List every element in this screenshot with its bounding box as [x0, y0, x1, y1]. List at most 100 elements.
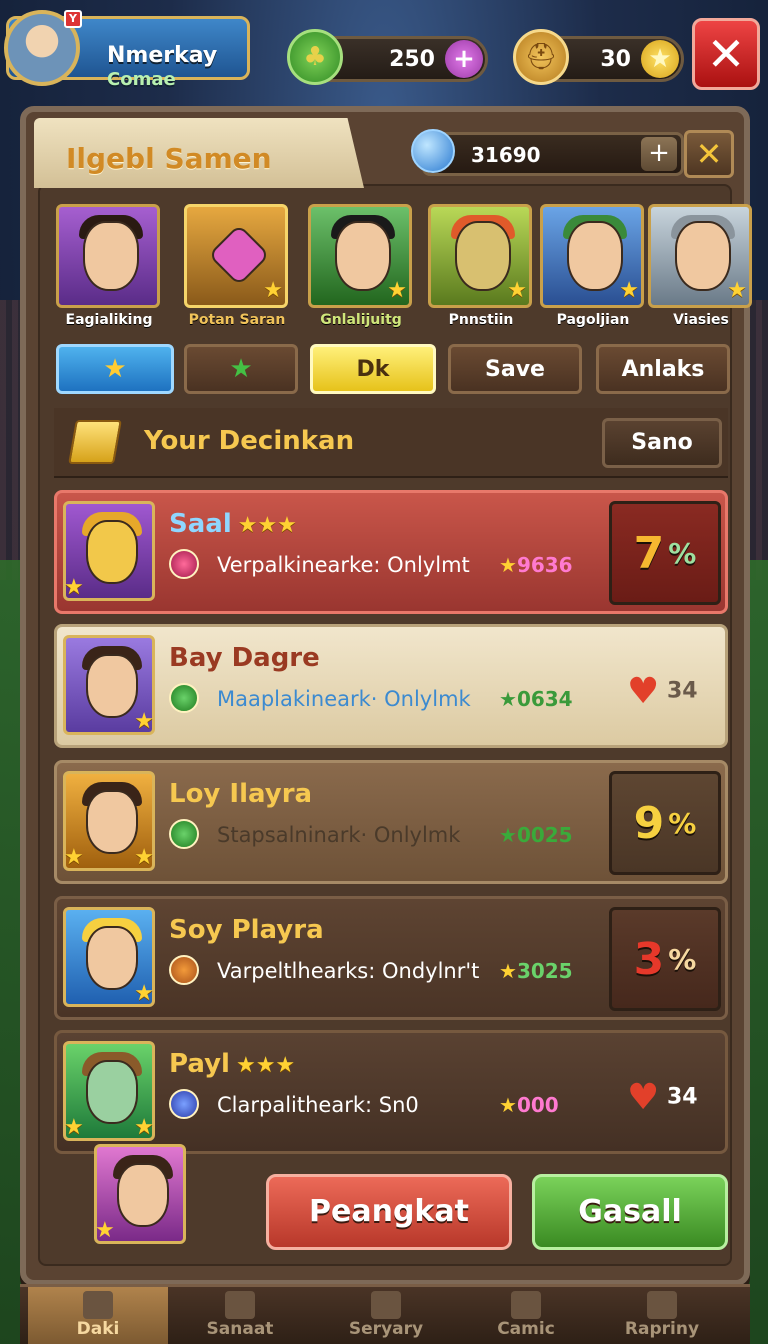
- resource-helmet: ⛑ 30 ★: [513, 29, 684, 85]
- star-icon: ★: [499, 823, 517, 847]
- hero-label: Pagoljian: [556, 312, 630, 328]
- star-icon: ★: [134, 709, 154, 734]
- hero-card[interactable]: ★ Viasies: [648, 204, 754, 328]
- bottom-navigation: Daki Sanaat Seryary Camic Rapriny: [20, 1284, 750, 1344]
- percent-value: 9: [633, 797, 665, 849]
- hero-portrait: ★: [308, 204, 412, 308]
- list-item[interactable]: ★ ★ Payl ★★★ Clarpalitheark: Sn0 ★000 ♥ 3…: [54, 1030, 728, 1154]
- clover-icon: ♣: [287, 29, 343, 85]
- clover-value: 250: [389, 47, 435, 72]
- green-gem-icon: [169, 683, 199, 713]
- player-score: 0025: [516, 823, 573, 847]
- player-description: Clarpalitheark: Sn0: [217, 1093, 419, 1117]
- star-icon: ★: [507, 278, 527, 303]
- selected-player-portrait[interactable]: ★: [94, 1144, 186, 1244]
- hero-card[interactable]: ★ Pagoljian: [540, 204, 646, 328]
- panel-title: Ilgebl Samen: [66, 142, 272, 175]
- hero-label: Pnnstiin: [448, 312, 514, 328]
- heart-icon: ♥: [627, 1077, 660, 1118]
- list-item[interactable]: ★ Saal ★★★ Verpalkinearke: Onlylmt ★9636 …: [54, 490, 728, 614]
- hero-card[interactable]: Eagialiking: [56, 204, 162, 328]
- list-item[interactable]: ★ Bay Dagre Maaplakineark· Onlylmk ★0634…: [54, 624, 728, 748]
- list-item[interactable]: ★ Soy Playra Varpeltlhearks: Ondylnr't ★…: [54, 896, 728, 1020]
- star-icon: ★: [499, 553, 517, 577]
- tab-star-blue[interactable]: ★: [56, 344, 174, 394]
- player-portrait: ★ ★: [63, 1041, 155, 1141]
- hero-selector: Eagialiking ★ Potan Saran ★ Gnlalijuitg …: [56, 204, 752, 334]
- player-name: Loy Ilayra: [169, 779, 313, 809]
- list-item[interactable]: ★ ★ Loy Ilayra Stapsalninark· Onlylmk ★0…: [54, 760, 728, 884]
- player-score: 0634: [516, 687, 573, 711]
- hero-portrait: ★: [428, 204, 532, 308]
- player-score: 000: [516, 1093, 559, 1117]
- player-portrait: ★: [63, 635, 155, 735]
- main-panel: Ilgebl Samen 31690 + ✕ Eagialiking ★ Pot…: [20, 106, 752, 1286]
- gem-crest-icon: [207, 223, 271, 287]
- hero-card[interactable]: ★ Gnlalijuitg: [308, 204, 414, 328]
- hero-portrait: ★: [648, 204, 752, 308]
- rating-stars: ★★★: [235, 1053, 296, 1078]
- helmet-icon: ⛑: [513, 29, 569, 85]
- star-icon: ★: [64, 575, 84, 600]
- player-description: Varpeltlhearks: Ondylnr't: [217, 959, 480, 983]
- nav-item-daki[interactable]: Daki: [28, 1287, 168, 1344]
- nav-item-seryary[interactable]: Seryary: [316, 1287, 456, 1344]
- heart-gem-icon: [169, 549, 199, 579]
- star-icon: ★: [727, 278, 747, 303]
- hero-portrait: [56, 204, 160, 308]
- tab-star-green[interactable]: ★: [184, 344, 298, 394]
- percent-box: 9%: [609, 771, 721, 875]
- peangkat-button[interactable]: Peangkat: [266, 1174, 512, 1250]
- add-gems-button[interactable]: +: [641, 137, 677, 171]
- percent-sign: %: [668, 942, 697, 976]
- filter-tabs: ★ ★ Dk Save Anlaks: [56, 344, 746, 396]
- like-count: 34: [666, 1084, 698, 1110]
- sano-button[interactable]: Sano: [602, 418, 722, 468]
- nav-item-sanaat[interactable]: Sanaat: [170, 1287, 310, 1344]
- panel-close-button[interactable]: ✕: [684, 130, 734, 178]
- tools-icon: [371, 1291, 401, 1319]
- star-icon: ★: [263, 278, 283, 303]
- blue-gem-icon: [169, 1089, 199, 1119]
- star-icon: ★: [64, 1115, 84, 1140]
- tab-save[interactable]: Save: [448, 344, 582, 394]
- add-coin-button[interactable]: ★: [641, 40, 679, 78]
- player-name: Saal: [169, 509, 232, 539]
- house-icon: [83, 1291, 113, 1319]
- tab-dk[interactable]: Dk: [310, 344, 436, 394]
- add-clover-button[interactable]: +: [445, 40, 483, 78]
- top-bar: Nmerkay Comae Y ♣ 250 + ⛑ 30 ★ ✕: [0, 0, 768, 100]
- gem-counter: 31690 +: [411, 129, 684, 176]
- scroll-icon: [68, 420, 122, 464]
- close-button[interactable]: ✕: [692, 18, 760, 90]
- star-icon: ★: [499, 1093, 517, 1117]
- percent-sign: %: [668, 536, 697, 570]
- player-name: Soy Playra: [169, 915, 324, 945]
- percent-sign: %: [668, 806, 697, 840]
- nav-item-rapriny[interactable]: Rapriny: [592, 1287, 732, 1344]
- orange-gem-icon: [169, 955, 199, 985]
- tab-anlaks[interactable]: Anlaks: [596, 344, 730, 394]
- resource-clover: ♣ 250 +: [287, 29, 488, 85]
- star-icon: ★: [134, 981, 154, 1006]
- hero-portrait: ★: [540, 204, 644, 308]
- profile-name: Nmerkay: [107, 43, 218, 68]
- hero-label: Gnlalijuitg: [320, 312, 402, 328]
- dice-icon: [511, 1291, 541, 1319]
- player-description: Verpalkinearke: Onlylmt: [217, 553, 470, 577]
- hero-label: Eagialiking: [65, 312, 153, 328]
- star-icon: ★: [499, 687, 517, 711]
- player-score: 3025: [516, 959, 573, 983]
- helmet-value: 30: [600, 47, 631, 72]
- player-name: Payl: [169, 1049, 230, 1079]
- like-count: 34: [666, 678, 698, 704]
- gasall-button[interactable]: Gasall: [532, 1174, 728, 1250]
- rating-stars: ★★★: [237, 513, 297, 538]
- section-title: Your Decinkan: [144, 426, 355, 456]
- gem-icon: [411, 129, 455, 173]
- hero-card[interactable]: ★ Pnnstiin: [428, 204, 534, 328]
- percent-value: 3: [633, 933, 665, 985]
- star-icon: ★: [95, 1218, 115, 1243]
- nav-item-camic[interactable]: Camic: [456, 1287, 596, 1344]
- hero-card[interactable]: ★ Potan Saran: [184, 204, 290, 328]
